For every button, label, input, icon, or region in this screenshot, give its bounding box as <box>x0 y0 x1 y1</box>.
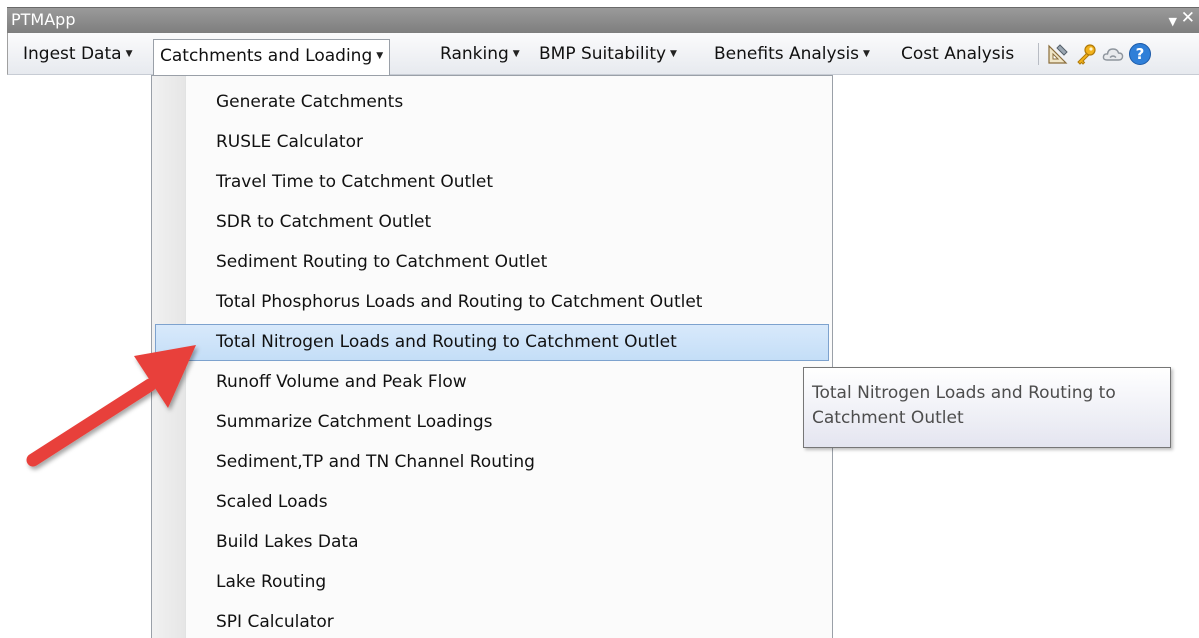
caret-down-icon: ▼ <box>125 49 133 59</box>
menu-label: Catchments and Loading <box>160 46 373 66</box>
menu-item-runoff-volume[interactable]: Runoff Volume and Peak Flow <box>155 364 829 401</box>
tooltip-line-1: Total Nitrogen Loads and Routing to <box>812 383 1116 403</box>
cloud-icon[interactable] <box>1101 42 1125 66</box>
svg-text:?: ? <box>1136 45 1145 63</box>
menu-item-rusle-calculator[interactable]: RUSLE Calculator <box>155 124 829 161</box>
menu-label: Benefits Analysis <box>714 44 860 64</box>
menu-item-total-nitrogen[interactable]: Total Nitrogen Loads and Routing to Catc… <box>155 324 829 361</box>
menu-item-summarize-loadings[interactable]: Summarize Catchment Loadings <box>155 404 829 441</box>
menu-item-travel-time[interactable]: Travel Time to Catchment Outlet <box>155 164 829 201</box>
window-title: PTMApp <box>11 10 76 29</box>
app-window: PTMApp ▼ ✕ Ingest Data ▼ Catchments and L… <box>0 0 1199 638</box>
menu-ranking[interactable]: Ranking ▼ <box>440 41 520 68</box>
menu-item-channel-routing[interactable]: Sediment,TP and TN Channel Routing <box>155 444 829 481</box>
menu-label: BMP Suitability <box>539 44 667 64</box>
menu-bmp-suitability[interactable]: BMP Suitability ▼ <box>539 41 677 68</box>
caret-down-icon: ▼ <box>376 51 384 61</box>
window-options-caret-icon[interactable]: ▼ <box>1169 12 1177 32</box>
toolbar: Ingest Data ▼ Catchments and Loading ▼ Ran… <box>7 33 1199 75</box>
menu-item-sdr[interactable]: SDR to Catchment Outlet <box>155 204 829 241</box>
menu-label: Cost Analysis <box>901 44 1015 64</box>
caret-down-icon: ▼ <box>670 49 677 59</box>
ruler-triangle-icon[interactable] <box>1046 42 1070 66</box>
caret-down-icon: ▼ <box>863 49 870 59</box>
caret-down-icon: ▼ <box>512 49 520 59</box>
key-icon[interactable] <box>1074 42 1098 66</box>
help-icon[interactable]: ? <box>1128 42 1152 66</box>
menu-item-sediment-routing[interactable]: Sediment Routing to Catchment Outlet <box>155 244 829 281</box>
toolbar-separator <box>1038 43 1039 65</box>
menu-benefits-analysis[interactable]: Benefits Analysis ▼ <box>714 41 870 68</box>
menu-item-total-phosphorus[interactable]: Total Phosphorus Loads and Routing to Ca… <box>155 284 829 321</box>
menu-cost-analysis[interactable]: Cost Analysis <box>901 41 1014 68</box>
title-bar: PTMApp ▼ ✕ <box>7 7 1199 33</box>
tooltip: Total Nitrogen Loads and Routing to Catc… <box>803 367 1171 448</box>
catchments-loading-dropdown: Generate Catchments RUSLE Calculator Tra… <box>151 75 833 638</box>
menu-item-generate-catchments[interactable]: Generate Catchments <box>155 84 829 121</box>
menu-label: Ranking <box>440 44 509 64</box>
menu-catchments-and-loading[interactable]: Catchments and Loading ▼ <box>153 39 391 75</box>
menu-ingest-data[interactable]: Ingest Data ▼ <box>23 41 132 68</box>
close-icon[interactable]: ✕ <box>1181 8 1195 28</box>
menu-item-scaled-loads[interactable]: Scaled Loads <box>155 484 829 521</box>
menu-item-spi-calculator[interactable]: SPI Calculator <box>155 604 829 638</box>
tooltip-line-2: Catchment Outlet <box>812 408 964 428</box>
menu-item-lake-routing[interactable]: Lake Routing <box>155 564 829 601</box>
menu-label: Ingest Data <box>23 44 122 64</box>
menu-item-build-lakes-data[interactable]: Build Lakes Data <box>155 524 829 561</box>
